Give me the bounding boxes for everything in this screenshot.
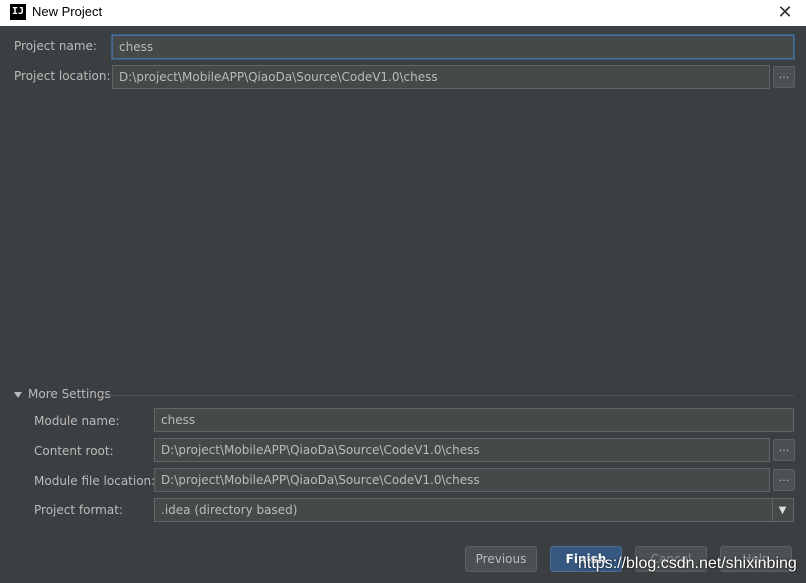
app-logo-icon: IJ (10, 4, 26, 20)
project-format-select[interactable]: .idea (directory based) ▼ (154, 498, 794, 522)
triangle-down-icon (14, 391, 22, 398)
project-format-value: .idea (directory based) (161, 503, 298, 517)
more-settings-toggle[interactable]: More Settings (14, 387, 111, 401)
browse-icon[interactable]: ... (773, 66, 795, 88)
project-name-input[interactable]: chess (112, 35, 794, 59)
module-file-location-label: Module file location: (34, 474, 156, 488)
watermark-text: https://blog.csdn.net/shixinbing (578, 555, 797, 572)
content-root-input[interactable]: D:\project\MobileAPP\QiaoDa\Source\CodeV… (154, 438, 770, 462)
content-root-label: Content root: (34, 444, 114, 458)
module-name-input[interactable]: chess (154, 408, 794, 432)
title-bar: IJ New Project ✕ (0, 0, 806, 26)
browse-icon[interactable]: ... (773, 469, 795, 491)
dropdown-arrow-icon[interactable]: ▼ (772, 500, 792, 521)
project-location-input[interactable]: D:\project\MobileAPP\QiaoDa\Source\CodeV… (112, 65, 770, 89)
more-settings-separator (101, 395, 794, 396)
previous-button[interactable]: Previous (465, 546, 537, 572)
window-title: New Project (32, 4, 103, 19)
module-name-label: Module name: (34, 414, 120, 428)
project-format-label: Project format: (34, 503, 123, 517)
browse-icon[interactable]: ... (773, 439, 795, 461)
close-icon[interactable]: ✕ (772, 1, 798, 25)
module-file-location-input[interactable]: D:\project\MobileAPP\QiaoDa\Source\CodeV… (154, 468, 770, 492)
more-settings-label: More Settings (28, 387, 111, 401)
project-name-label: Project name: (14, 39, 97, 53)
project-location-label: Project location: (14, 69, 111, 83)
